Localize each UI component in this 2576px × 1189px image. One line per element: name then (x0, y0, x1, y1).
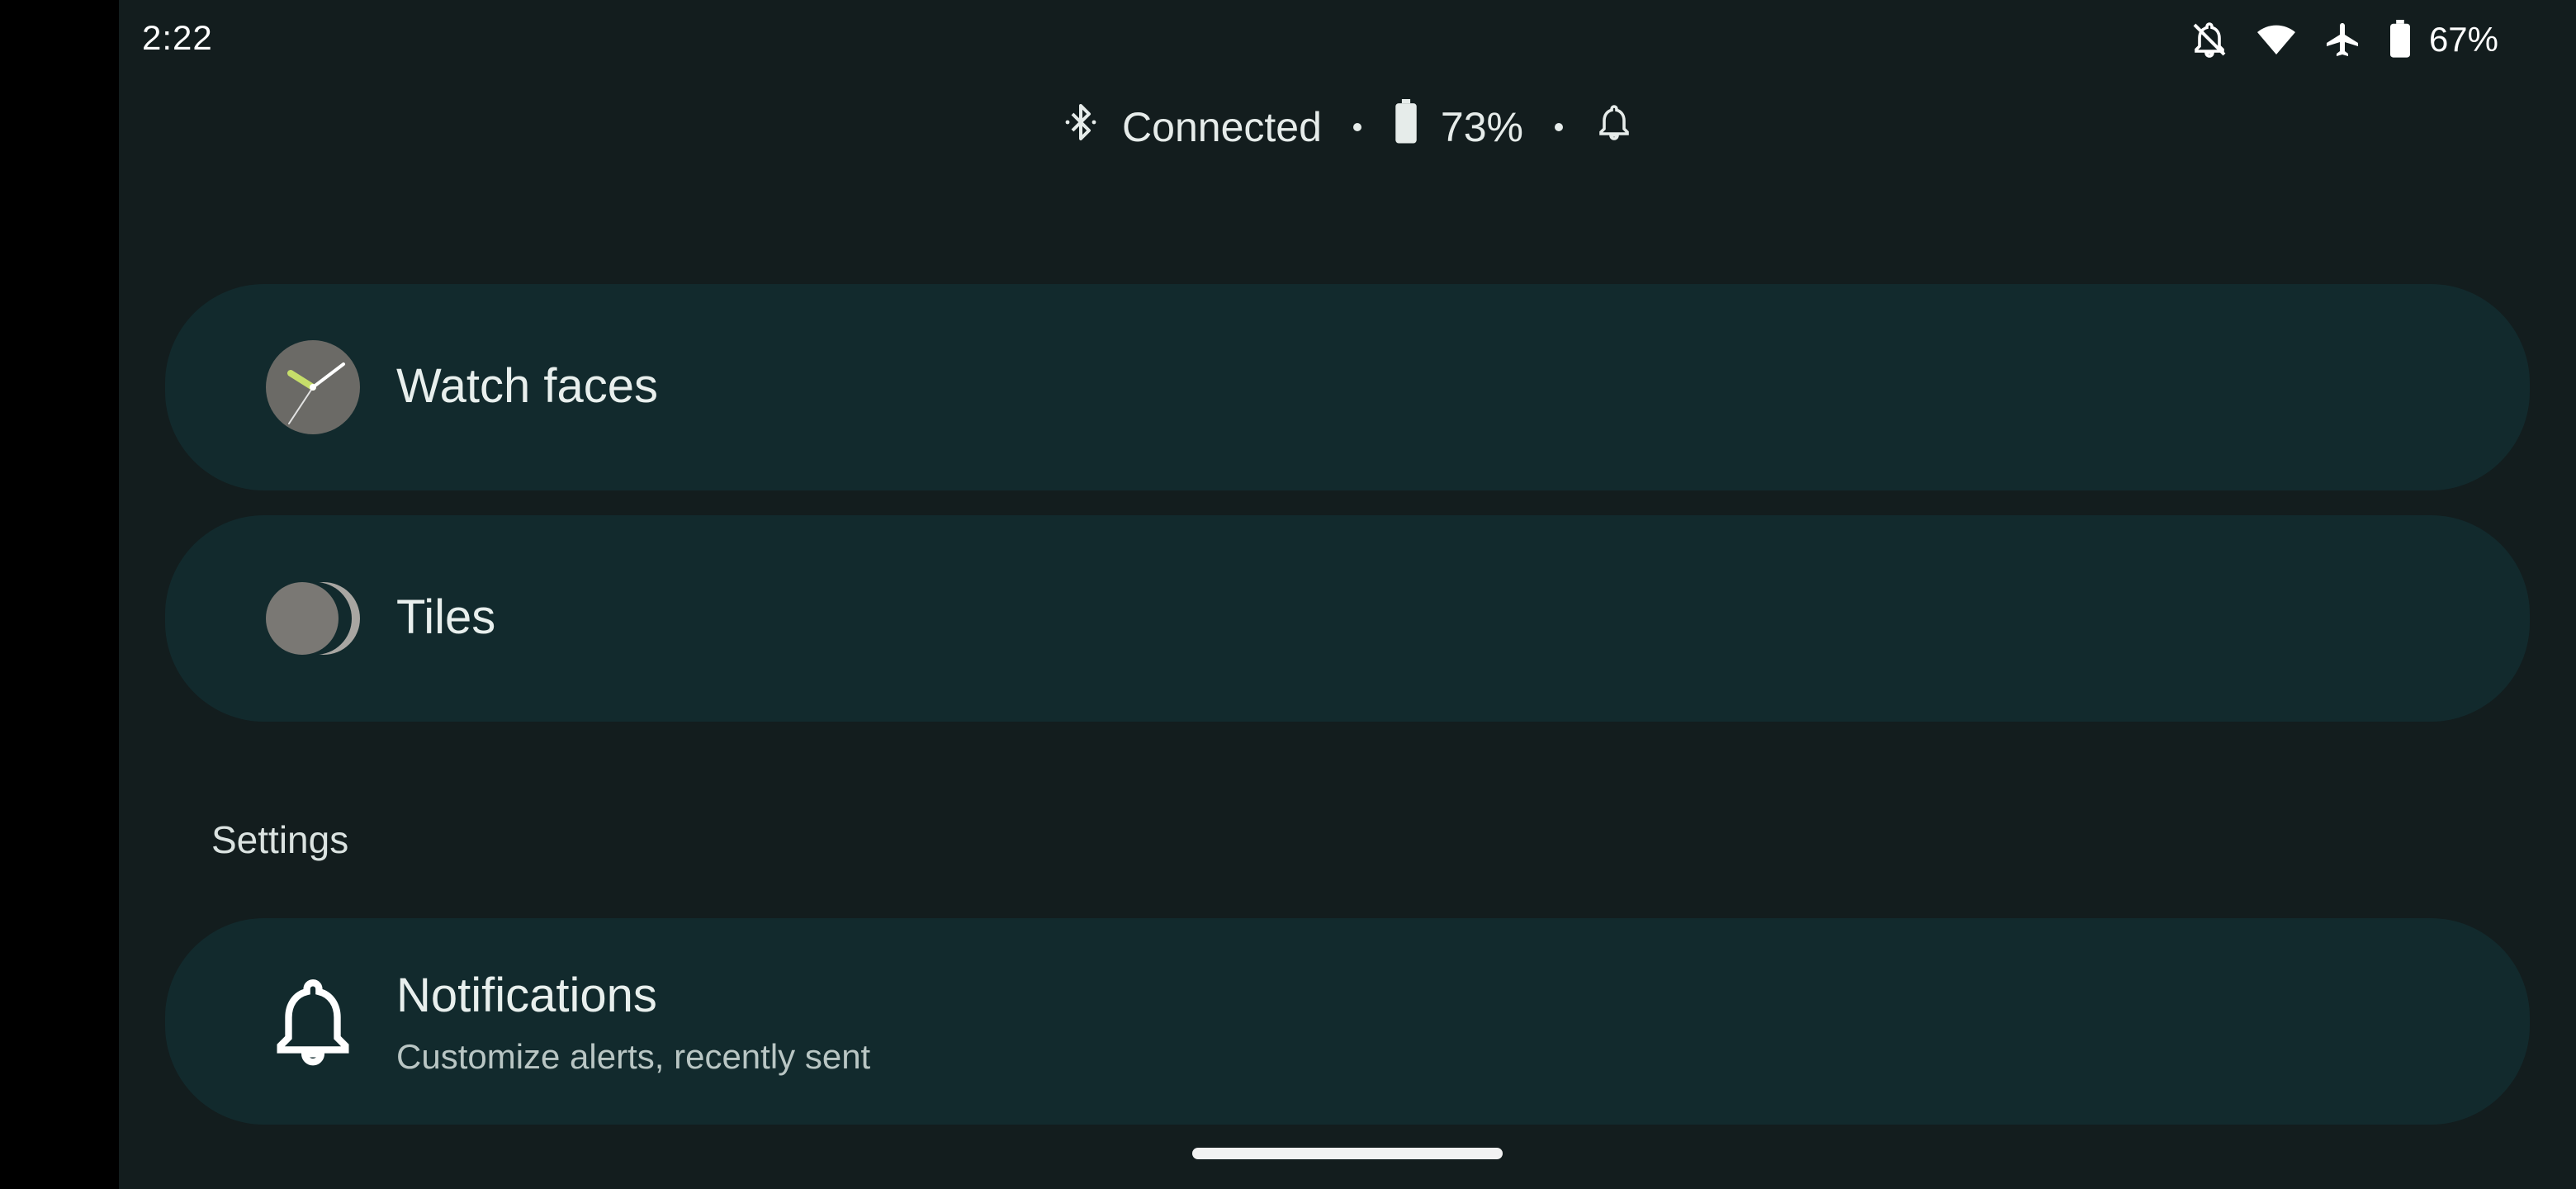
tiles-title: Tiles (396, 590, 496, 644)
home-gesture-handle[interactable] (1192, 1148, 1503, 1159)
bluetooth-icon (1061, 99, 1101, 155)
status-time: 2:22 (142, 18, 213, 57)
settings-header: Settings (211, 818, 349, 861)
watch-battery-percent: 73% (1440, 104, 1523, 150)
tiles-card[interactable]: Tiles (165, 515, 2530, 722)
connection-status: Connected (1122, 104, 1322, 150)
notifications-subtitle: Customize alerts, recently sent (396, 1037, 871, 1076)
notifications-card[interactable]: Notifications Customize alerts, recently… (165, 918, 2530, 1125)
wifi-icon (2254, 20, 2299, 59)
notifications-title: Notifications (396, 969, 657, 1022)
watch-faces-title: Watch faces (396, 359, 658, 413)
separator-dot (1554, 123, 1563, 131)
airplane-icon (2323, 20, 2363, 59)
watch-battery-icon (1393, 99, 1419, 155)
separator-dot (1352, 123, 1361, 131)
tiles-icon (264, 570, 362, 667)
bell-icon (1594, 99, 1634, 155)
status-battery-percent: 67% (2428, 20, 2498, 59)
notifications-off-icon (2190, 20, 2229, 59)
screen: 2:22 67% Connected 73% Watch faces Tiles… (0, 0, 2576, 1189)
battery-icon (2388, 20, 2413, 59)
watch-faces-card[interactable]: Watch faces (165, 284, 2530, 490)
status-icons: 67% (2190, 15, 2498, 64)
watch-face-icon (264, 339, 362, 436)
bell-icon (264, 973, 362, 1070)
app-window: 2:22 67% Connected 73% Watch faces Tiles… (119, 0, 2576, 1189)
device-summary: Connected 73% (119, 94, 2576, 160)
